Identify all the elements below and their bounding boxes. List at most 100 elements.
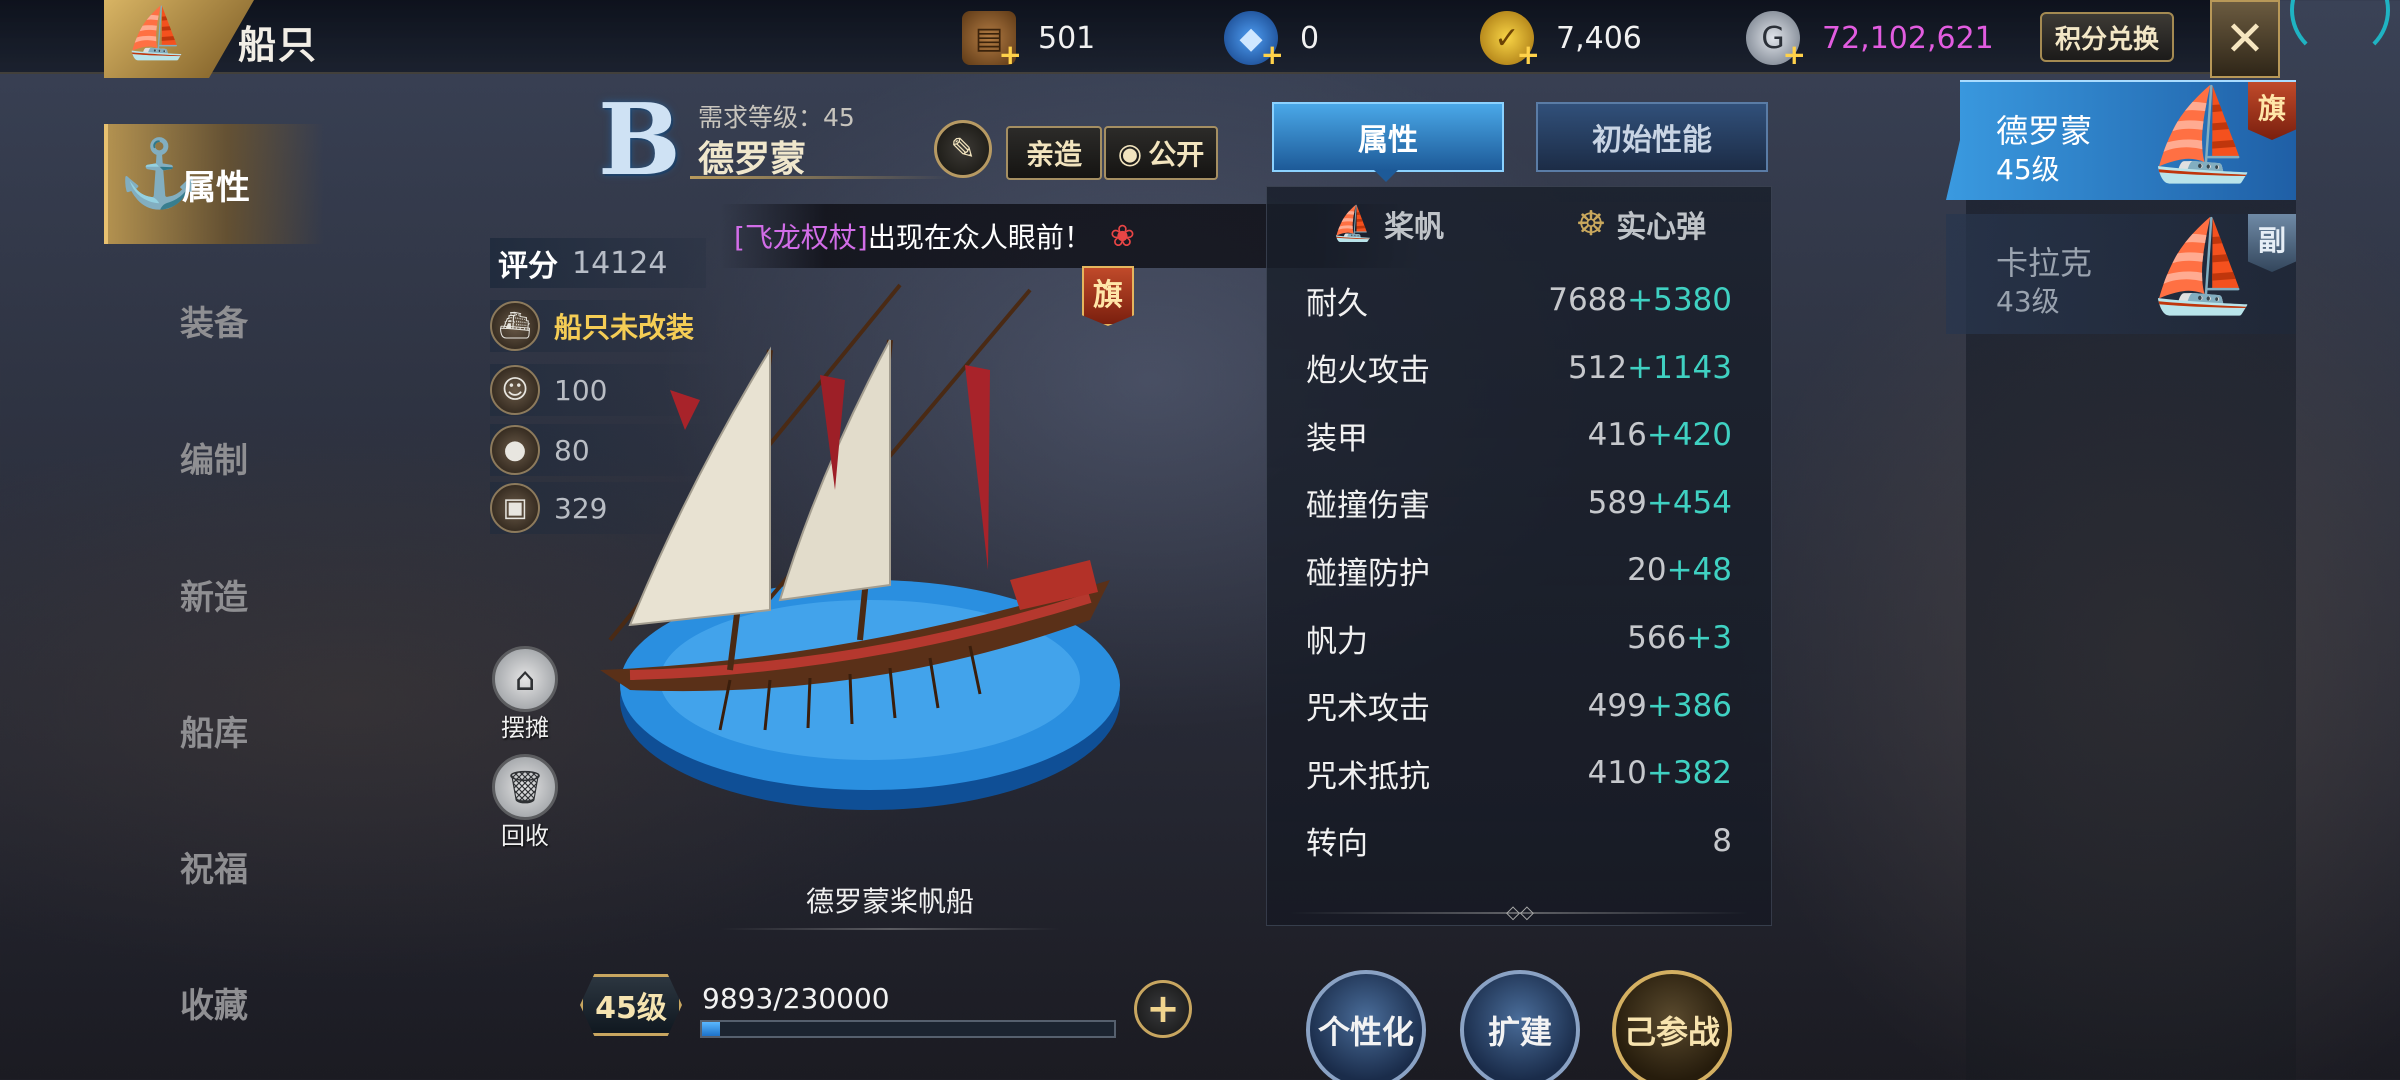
- eye-icon: ◉: [1117, 136, 1143, 170]
- announcement-item[interactable]: [飞龙权杖]: [734, 216, 868, 256]
- recycle-label: 回收: [501, 822, 549, 850]
- nav-item-label: 属性: [182, 167, 250, 208]
- rename-feather-button[interactable]: ✎: [934, 120, 992, 178]
- flagship-tag: 旗: [2248, 82, 2296, 140]
- attribute-row: 咒术攻击 499+386: [1306, 676, 1732, 736]
- name-underline: [690, 176, 950, 179]
- attribute-name: 帆力: [1306, 623, 1368, 660]
- self-build-button[interactable]: 亲造: [1006, 126, 1102, 180]
- expand-button[interactable]: 扩建: [1460, 970, 1580, 1080]
- personalize-button[interactable]: 个性化: [1306, 970, 1426, 1080]
- attribute-bonus: +454: [1646, 484, 1732, 521]
- resource-gem-value: 0: [1300, 20, 1320, 56]
- attribute-row: 耐久 7688+5380: [1306, 270, 1732, 330]
- gold-coin-icon: ✓ +: [1480, 11, 1540, 69]
- attribute-base: 20: [1627, 552, 1667, 589]
- attribute-base: 416: [1587, 417, 1647, 454]
- resource-silver-value: 72,102,621: [1822, 20, 1994, 56]
- nav-item-equipment[interactable]: 装备: [104, 260, 324, 380]
- attribute-value: 410+382: [1588, 755, 1732, 791]
- sailor-icon: ☺: [490, 365, 540, 415]
- attribute-name: 炮火攻击: [1306, 353, 1430, 390]
- ship-wheel-icon: ☸: [1575, 204, 1607, 244]
- nav-item-shipyard[interactable]: 船库: [104, 670, 324, 790]
- add-gem-icon[interactable]: +: [1261, 41, 1284, 69]
- attribute-name: 咒术抵抗: [1306, 758, 1430, 795]
- attribute-name: 转向: [1306, 826, 1368, 863]
- public-button-label: 公开: [1148, 138, 1205, 171]
- attribute-row: 咒术抵抗 410+382: [1306, 743, 1732, 803]
- resource-gold-value: 7,406: [1556, 20, 1642, 56]
- weapon-solid-shot-label: 实心弹: [1616, 210, 1707, 245]
- add-silver-icon[interactable]: +: [1783, 41, 1806, 69]
- resource-wood-value: 501: [1038, 20, 1096, 56]
- ship-level-badge: 45级: [580, 974, 682, 1036]
- score-value: 14124: [572, 245, 668, 281]
- resource-wood[interactable]: ▤ + 501: [962, 8, 1096, 69]
- ship-thumbnail-icon: ⛵: [2146, 82, 2259, 187]
- pennant-3: [965, 365, 990, 570]
- attribute-value: 499+386: [1588, 688, 1732, 724]
- close-button[interactable]: ✕: [2210, 0, 2280, 78]
- weapon-oar-sail: ⛵ 桨帆: [1332, 202, 1444, 246]
- joined-battle-button[interactable]: 己参战: [1612, 970, 1732, 1080]
- ship-card-level: 43级: [1996, 285, 2060, 318]
- mascot-icon: ❀: [1109, 218, 1136, 254]
- required-level: 需求等级：45: [698, 103, 855, 132]
- attribute-row: 炮火攻击 512+1143: [1306, 338, 1732, 398]
- nav-item-new-build[interactable]: 新造: [104, 534, 324, 654]
- add-wood-icon[interactable]: +: [999, 41, 1022, 69]
- tab-pointer: [1374, 170, 1398, 182]
- divider-ornament-icon: ◇◇: [1506, 902, 1534, 923]
- weapon-solid-shot: ☸ 实心弹: [1576, 202, 1706, 246]
- attribute-bonus: +3: [1686, 620, 1732, 656]
- exp-bar: [700, 1020, 1116, 1038]
- stall-icon: ⌂: [492, 646, 558, 712]
- wood-crate-icon: ▤ +: [962, 11, 1022, 69]
- blue-gem-icon: ◆ +: [1224, 11, 1284, 69]
- resource-gem[interactable]: ◆ + 0: [1224, 8, 1320, 69]
- cargo-icon: ▣: [490, 483, 540, 533]
- attribute-name: 碰撞防护: [1306, 555, 1430, 592]
- ship-card-dromon[interactable]: 德罗蒙 45级 ⛵ 旗: [1946, 80, 2296, 200]
- attribute-base: 566: [1627, 620, 1687, 656]
- add-exp-button[interactable]: +: [1134, 980, 1192, 1038]
- nav-item-collection[interactable]: 收藏: [104, 942, 324, 1062]
- attribute-bonus: +48: [1666, 552, 1732, 589]
- ship-logo-icon: ⛵: [125, 4, 188, 62]
- attribute-row: 碰撞防护 20+48: [1306, 540, 1732, 600]
- stall-button[interactable]: ⌂ 摆摊: [490, 646, 560, 743]
- attribute-base: 589: [1587, 484, 1647, 521]
- recycle-button[interactable]: 🗑 回收: [490, 754, 560, 851]
- ship-grade: B: [598, 83, 681, 198]
- attribute-name: 装甲: [1306, 420, 1368, 457]
- add-gold-icon[interactable]: +: [1517, 41, 1540, 69]
- ship-card-carrack[interactable]: 卡拉克 43级 ⛵ 副: [1946, 214, 2296, 334]
- nav-item-attributes[interactable]: ⚓ 属性: [104, 124, 324, 244]
- attribute-value: 512+1143: [1568, 350, 1732, 386]
- resource-silver[interactable]: G + 72,102,621: [1746, 8, 1994, 69]
- attribute-name: 咒术攻击: [1306, 691, 1430, 728]
- attribute-value: 566+3: [1627, 620, 1732, 656]
- points-exchange-button[interactable]: 积分兑换: [2040, 12, 2174, 62]
- exp-bar-fill: [702, 1022, 720, 1036]
- resource-gold[interactable]: ✓ + 7,406: [1480, 8, 1642, 69]
- public-button[interactable]: ◉ 公开: [1104, 126, 1218, 180]
- tab-initial-performance[interactable]: 初始性能: [1536, 102, 1768, 172]
- weapon-oar-sail-label: 桨帆: [1384, 210, 1445, 245]
- attribute-bonus: +1143: [1627, 349, 1732, 386]
- tab-attributes[interactable]: 属性: [1272, 102, 1504, 172]
- pennant-1: [670, 390, 700, 430]
- score-label: 评分: [498, 249, 558, 284]
- attribute-value: 416+420: [1588, 417, 1732, 453]
- nav-item-formation[interactable]: 编制: [104, 397, 324, 517]
- attribute-base: 499: [1587, 687, 1647, 724]
- attribute-bonus: +5380: [1627, 282, 1732, 318]
- nav-item-blessing[interactable]: 祝福: [104, 806, 324, 926]
- corner-ring-icon: [2290, 0, 2390, 60]
- attribute-base: 512: [1567, 349, 1628, 386]
- attribute-row: 装甲 416+420: [1306, 405, 1732, 465]
- ship-modify-icon: ⛴: [490, 301, 540, 351]
- galley-icon: ⛵: [1331, 204, 1375, 244]
- recycle-bin-icon: 🗑: [492, 754, 558, 820]
